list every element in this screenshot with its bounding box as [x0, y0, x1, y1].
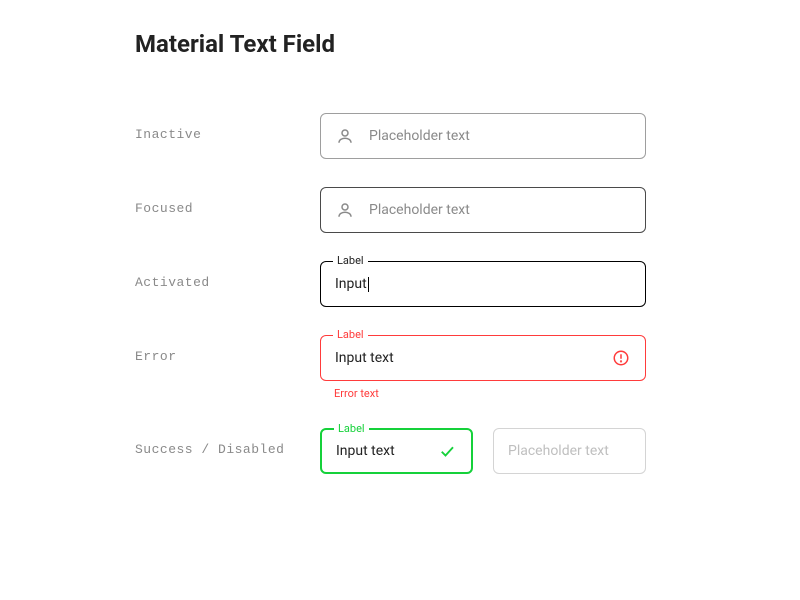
float-label: Label	[334, 422, 369, 436]
float-label: Label	[333, 254, 368, 268]
textfield-focused[interactable]: Placeholder text	[320, 187, 646, 233]
person-icon	[335, 126, 355, 146]
state-label-success-disabled: Success / Disabled	[135, 428, 320, 457]
float-label: Label	[333, 328, 368, 342]
textfield-placeholder: Placeholder text	[369, 128, 470, 144]
check-icon	[437, 441, 457, 461]
person-icon	[335, 200, 355, 220]
error-icon	[611, 348, 631, 368]
page-title: Material Text Field	[135, 30, 665, 58]
textfield-success[interactable]: Label Input text	[320, 428, 473, 474]
textfield-inactive[interactable]: Placeholder text	[320, 113, 646, 159]
textfield-disabled: Placeholder text	[493, 428, 646, 474]
state-label-inactive: Inactive	[135, 113, 320, 142]
state-label-error: Error	[135, 335, 320, 364]
textfield-value: Input	[335, 276, 369, 292]
state-label-focused: Focused	[135, 187, 320, 216]
textfield-activated[interactable]: Label Input	[320, 261, 646, 307]
textfield-placeholder: Placeholder text	[508, 443, 609, 459]
textfield-placeholder: Placeholder text	[369, 202, 470, 218]
helper-text-error: Error text	[320, 387, 665, 400]
textfield-error[interactable]: Label Input text	[320, 335, 646, 381]
textfield-value: Input text	[335, 350, 394, 366]
textfield-value: Input text	[336, 443, 395, 459]
state-label-activated: Activated	[135, 261, 320, 290]
